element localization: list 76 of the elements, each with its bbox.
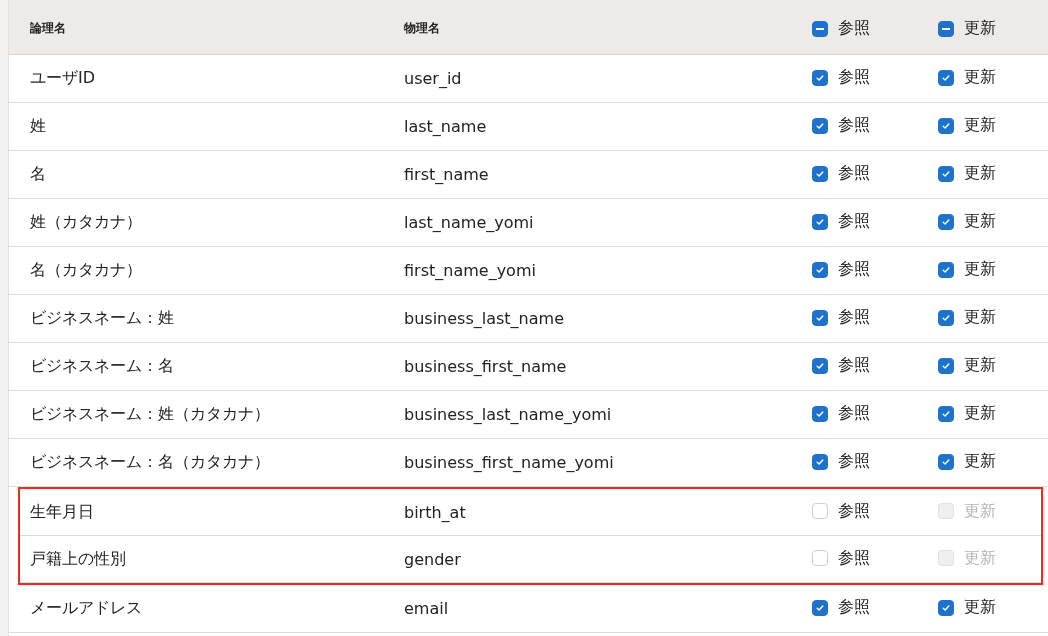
checkbox-label: 参照 (838, 403, 870, 425)
checkbox-label: 参照 (838, 211, 870, 233)
checkbox-label: 参照 (838, 547, 870, 569)
table-cell: ビジネスネーム：姓（カタカナ） (30, 404, 270, 423)
table-cell: 名（カタカナ） (30, 260, 142, 279)
checkbox[interactable] (812, 165, 828, 182)
table-cell: user_id (404, 69, 462, 88)
checkbox-label: 更新 (964, 163, 996, 185)
checkbox[interactable] (812, 213, 828, 230)
checkbox-label: 参照 (838, 163, 870, 185)
checkbox-label: 更新 (964, 547, 996, 569)
checkbox-label: 更新 (964, 115, 996, 137)
table-cell: ユーザID (30, 68, 96, 87)
checkbox-label: 参照 (838, 597, 870, 619)
checkbox-label: 参照 (838, 18, 870, 40)
column-header: 論理名 (30, 21, 66, 35)
checkbox[interactable] (812, 261, 828, 278)
table-cell: メールアドレス (30, 598, 142, 617)
checkbox[interactable] (938, 357, 954, 374)
checkbox[interactable] (812, 599, 828, 616)
checkbox-label: 更新 (964, 211, 996, 233)
checkbox-label: 参照 (838, 355, 870, 377)
table-cell: last_name_yomi (404, 213, 534, 232)
checkbox-label: 更新 (964, 451, 996, 473)
checkbox-label: 参照 (838, 500, 870, 522)
table-cell: first_name (404, 165, 489, 184)
checkbox-label: 更新 (964, 67, 996, 89)
checkbox[interactable] (812, 405, 828, 422)
checkbox[interactable] (938, 599, 954, 616)
table-cell: last_name (404, 117, 487, 136)
checkbox[interactable] (812, 69, 828, 86)
checkbox[interactable] (938, 261, 954, 278)
checkbox-label: 参照 (838, 451, 870, 473)
checkbox-label: 更新 (964, 307, 996, 329)
table-cell: 生年月日 (30, 501, 94, 521)
checkbox-label: 参照 (838, 307, 870, 329)
table-cell: business_first_name (404, 357, 567, 376)
minus-icon (816, 27, 824, 30)
checkbox-label: 更新 (964, 355, 996, 377)
table-cell: 戸籍上の性別 (30, 548, 126, 568)
checkbox[interactable] (812, 357, 828, 374)
checkbox-label: 更新 (964, 500, 996, 522)
table-cell: birth_at (404, 502, 466, 522)
checkbox-label: 更新 (964, 597, 996, 619)
table-cell: gender (404, 549, 461, 569)
checkbox[interactable] (812, 20, 828, 37)
column-header: 物理名 (404, 21, 440, 35)
checkbox-label: 更新 (964, 403, 996, 425)
checkbox[interactable] (812, 117, 828, 134)
checkbox[interactable] (938, 117, 954, 134)
checkbox-label: 更新 (964, 18, 996, 40)
table-cell: business_last_name (404, 309, 564, 328)
table-cell: 名 (30, 164, 46, 183)
table-cell: ビジネスネーム：名 (30, 356, 174, 375)
checkbox[interactable] (812, 309, 828, 326)
checkbox-label: 更新 (964, 259, 996, 281)
table-cell: 姓 (30, 116, 46, 135)
table-cell: ビジネスネーム：名（カタカナ） (30, 452, 270, 471)
checkbox-label: 参照 (838, 67, 870, 89)
checkbox[interactable] (938, 309, 954, 326)
checkbox-label: 参照 (838, 259, 870, 281)
table-cell: ビジネスネーム：姓 (30, 308, 174, 327)
table-cell: business_last_name_yomi (404, 405, 612, 424)
checkbox[interactable] (938, 453, 954, 470)
minus-icon (942, 27, 950, 30)
checkbox-label: 参照 (838, 115, 870, 137)
checkbox[interactable] (938, 20, 954, 37)
table-cell: business_first_name_yomi (404, 453, 614, 472)
checkbox[interactable] (938, 165, 954, 182)
table-cell: email (404, 599, 449, 618)
checkbox[interactable] (938, 69, 954, 86)
table-cell: first_name_yomi (404, 261, 536, 280)
checkbox[interactable] (938, 213, 954, 230)
checkbox[interactable] (812, 453, 828, 470)
table-cell: 姓（カタカナ） (30, 212, 142, 231)
checkbox[interactable] (938, 405, 954, 422)
